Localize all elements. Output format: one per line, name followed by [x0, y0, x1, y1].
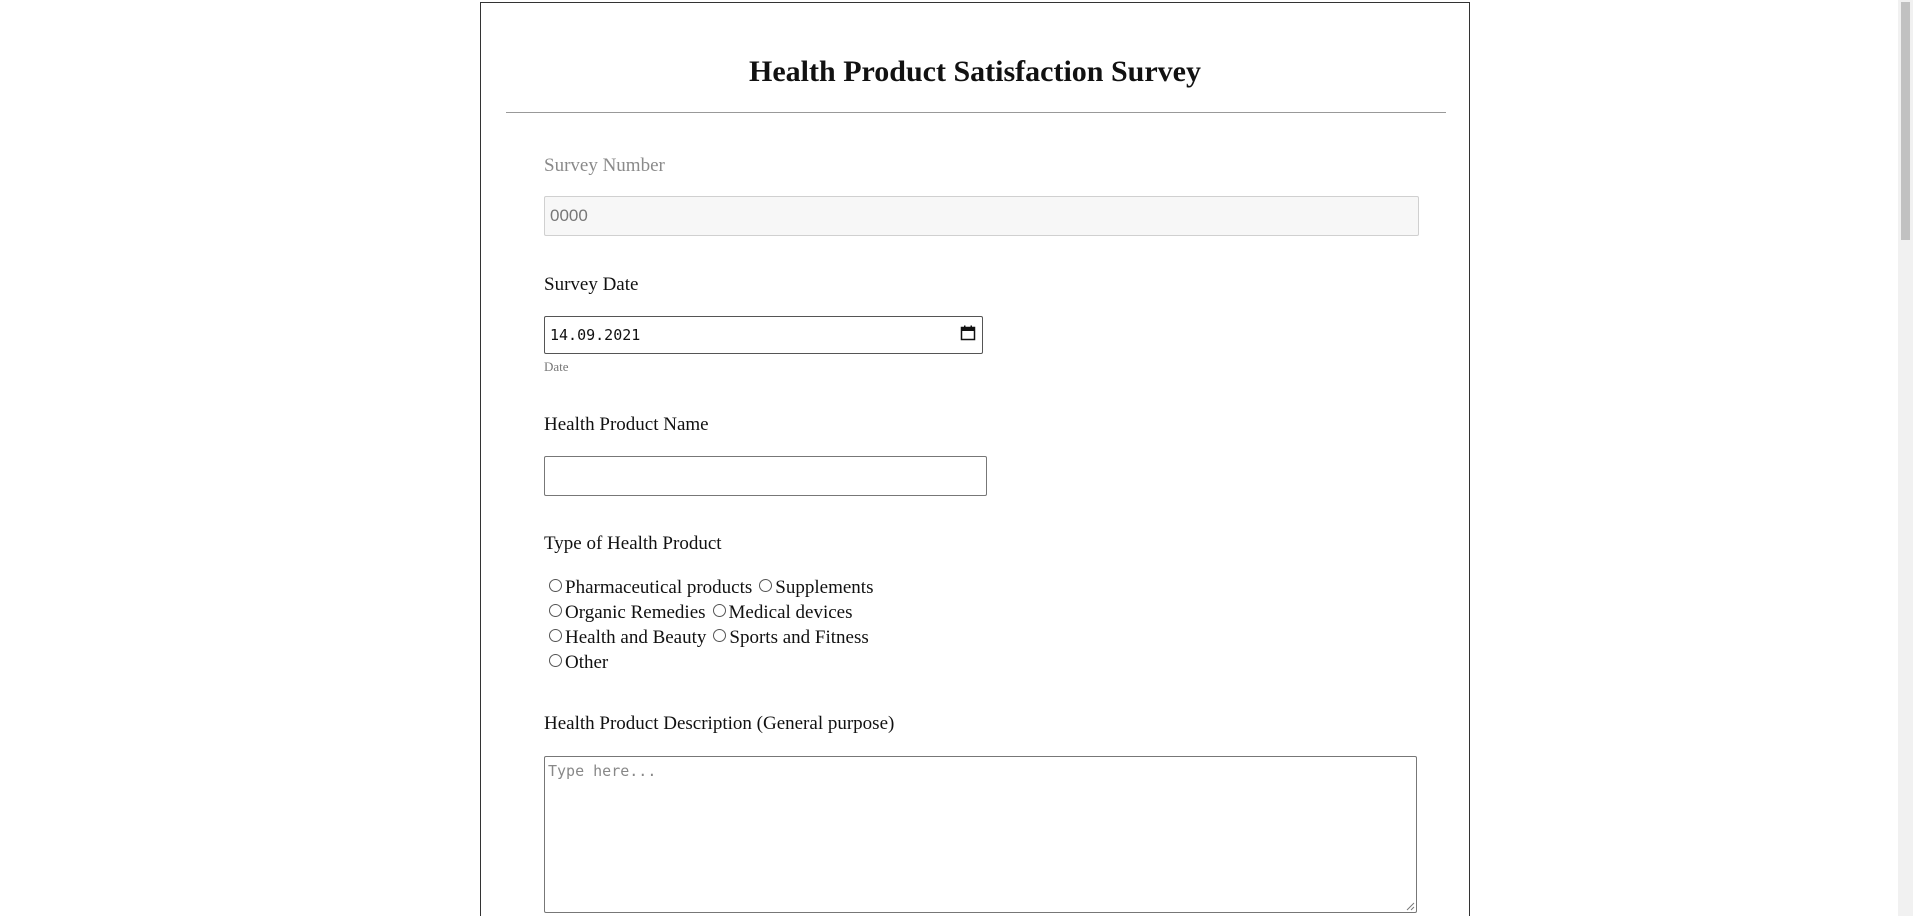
page: Health Product Satisfaction Survey Surve…: [0, 0, 1898, 916]
radio-label: Sports and Fitness: [729, 627, 869, 648]
survey-form: Health Product Satisfaction Survey Surve…: [480, 2, 1470, 916]
product-type-row: Health and Beauty Sports and Fitness: [549, 627, 876, 651]
radio-button[interactable]: [549, 628, 562, 642]
survey-date-label: Survey Date: [544, 274, 639, 295]
description-label: Health Product Description (General purp…: [544, 713, 895, 734]
survey-number-label: Survey Number: [544, 155, 665, 176]
survey-date-input[interactable]: 14.09.2021: [544, 316, 983, 354]
radio-label: Other: [565, 652, 609, 673]
radio-label: Pharmaceutical products: [565, 577, 753, 598]
product-name-label: Health Product Name: [544, 414, 709, 435]
radio-option-organic[interactable]: Organic Remedies: [549, 602, 706, 624]
radio-option-other[interactable]: Other: [549, 652, 608, 674]
product-type-row: Pharmaceutical products Supplements: [549, 577, 880, 601]
radio-option-pharmaceutical[interactable]: Pharmaceutical products: [549, 577, 752, 599]
radio-option-health-beauty[interactable]: Health and Beauty: [549, 627, 706, 649]
radio-option-supplements[interactable]: Supplements: [759, 577, 873, 599]
product-type-row: Organic Remedies Medical devices: [549, 602, 860, 626]
radio-button[interactable]: [549, 578, 562, 592]
product-name-input[interactable]: [544, 456, 987, 496]
title-divider: [506, 112, 1446, 113]
scrollbar-thumb[interactable]: [1901, 2, 1910, 240]
radio-label: Health and Beauty: [565, 627, 707, 648]
radio-label: Organic Remedies: [565, 602, 706, 623]
product-type-row: Other: [549, 652, 615, 676]
radio-button[interactable]: [713, 628, 727, 642]
survey-date-value: 14.09.2021: [550, 326, 641, 344]
description-textarea[interactable]: Type here...: [544, 756, 1417, 913]
calendar-icon[interactable]: [960, 325, 976, 341]
radio-label: Medical devices: [728, 602, 853, 623]
product-type-label: Type of Health Product: [544, 533, 722, 554]
radio-button[interactable]: [759, 578, 773, 592]
radio-label: Supplements: [775, 577, 874, 598]
radio-option-sports-fitness[interactable]: Sports and Fitness: [713, 627, 869, 649]
radio-button[interactable]: [549, 653, 562, 667]
description-placeholder: Type here...: [548, 762, 657, 780]
radio-option-medical-devices[interactable]: Medical devices: [712, 602, 853, 624]
radio-button[interactable]: [712, 603, 726, 617]
survey-number-field: 0000: [544, 196, 1419, 236]
survey-date-hint: Date: [544, 359, 569, 374]
radio-button[interactable]: [549, 603, 562, 617]
page-scrollbar[interactable]: [1898, 0, 1913, 916]
form-title: Health Product Satisfaction Survey: [749, 55, 1201, 88]
resize-grip-icon[interactable]: [1405, 901, 1415, 911]
